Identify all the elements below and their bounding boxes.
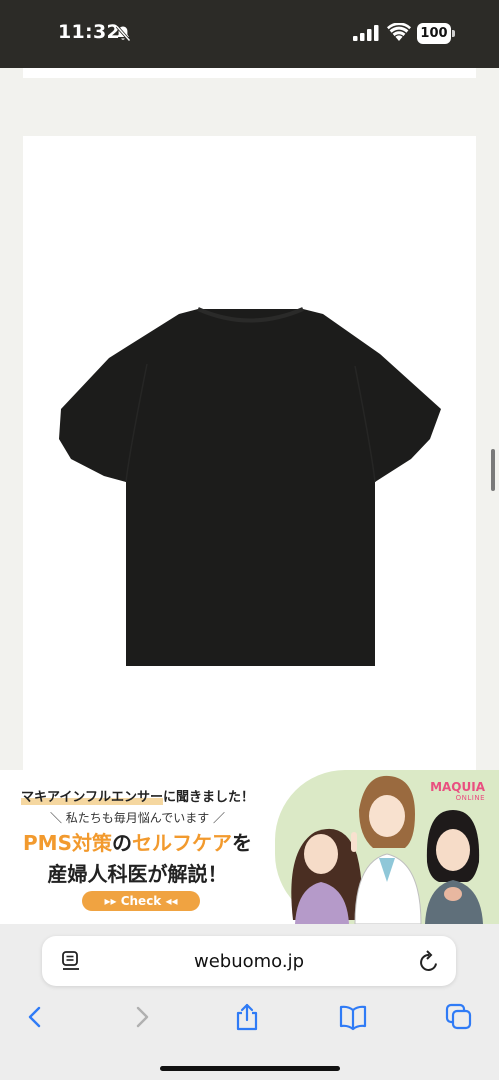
browser-toolbar: webuomo.jp	[0, 924, 499, 1080]
ad-title-part-2: の	[111, 831, 132, 855]
ad-headline-highlight: マキアインフルエンサー	[21, 790, 163, 805]
status-time: 11:32	[58, 21, 120, 43]
bookmarks-icon[interactable]	[338, 1002, 368, 1032]
tabs-icon[interactable]	[444, 1002, 474, 1032]
ad-headline-rest: に聞きました！	[162, 790, 254, 805]
battery-level: 100	[417, 23, 451, 44]
ad-subheadline: ＼ 私たちも毎月悩んでいます ／	[49, 811, 226, 825]
ad-check-button[interactable]: ▸▸ Check ◂◂	[82, 891, 200, 911]
page: 11:32 100 マキアインフルエンサーに聞きました！ ＼ 私たちも毎月悩んで…	[0, 0, 499, 1080]
forward-icon[interactable]	[127, 1002, 157, 1032]
ad-logo-main: MAQUIA	[430, 780, 485, 794]
home-indicator[interactable]	[160, 1066, 340, 1071]
product-image-card[interactable]	[23, 136, 476, 776]
battery-icon: 100	[417, 23, 455, 44]
status-bar: 11:32 100	[0, 0, 499, 68]
url-text[interactable]: webuomo.jp	[42, 951, 456, 972]
ad-logo-sub: ONLINE	[455, 794, 485, 802]
ad-illustration: MAQUIA ONLINE	[275, 770, 499, 924]
ad-banner[interactable]: マキアインフルエンサーに聞きました！ ＼ 私たちも毎月悩んでいます ／ PMS対…	[0, 770, 499, 924]
battery-tip	[452, 30, 455, 37]
ad-title-line-2: 産婦人科医が解説！	[47, 862, 228, 886]
scroll-indicator[interactable]	[491, 449, 495, 491]
page-content	[0, 68, 499, 776]
ad-logo: MAQUIA ONLINE	[430, 780, 485, 802]
ad-title-part-4: を	[231, 831, 252, 855]
ad-title-part-3: セルフケア	[131, 831, 232, 855]
ad-headline: マキアインフルエンサーに聞きました！	[0, 786, 275, 805]
back-icon[interactable]	[20, 1002, 50, 1032]
ad-title-part-1: PMS対策	[23, 831, 112, 855]
address-bar[interactable]: webuomo.jp	[42, 936, 456, 986]
ad-text-block: マキアインフルエンサーに聞きました！ ＼ 私たちも毎月悩んでいます ／ PMS対…	[0, 770, 275, 924]
bell-slash-icon	[115, 25, 131, 42]
wifi-icon	[387, 23, 411, 41]
reload-icon[interactable]	[418, 949, 440, 973]
signal-icon	[353, 25, 379, 41]
tshirt-back-image[interactable]	[59, 304, 441, 666]
previous-card-edge	[23, 68, 476, 78]
share-icon[interactable]	[232, 1002, 262, 1032]
ad-title: PMS対策のセルフケアを	[0, 827, 275, 856]
